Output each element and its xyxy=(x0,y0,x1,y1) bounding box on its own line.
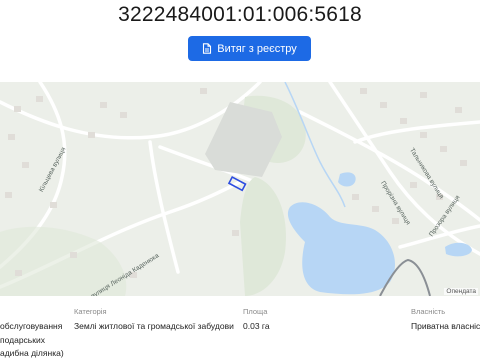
purpose-line: адибна ділянка) xyxy=(0,348,64,358)
cadastral-number: 3222484001:01:006:5618 xyxy=(118,3,362,26)
purpose-value: обслуговування подарських адибна ділянка… xyxy=(0,320,64,361)
parcel-details: обслуговування подарських адибна ділянка… xyxy=(0,296,480,360)
purpose-line: обслуговування xyxy=(0,321,63,331)
registry-extract-label: Витяг з реєстру xyxy=(217,42,297,55)
ownership-value: Приватна власніс xyxy=(411,321,480,331)
map-canvas[interactable] xyxy=(0,82,480,296)
registry-extract-button[interactable]: Витяг з реєстру xyxy=(188,36,311,61)
map-attribution[interactable]: Опендата xyxy=(444,288,478,295)
purpose-line: подарських xyxy=(0,334,45,345)
parcel-header: 3222484001:01:006:5618 Витяг з реєстру xyxy=(0,0,480,82)
category-label: Категорія xyxy=(74,307,107,316)
ownership-label: Власність xyxy=(411,307,446,316)
document-icon xyxy=(202,43,212,54)
cadastral-map[interactable]: Кільцева вулиця вулиця Леоніда Каденюка … xyxy=(0,82,480,296)
category-value: Землі житлової та громадської забудови xyxy=(74,321,234,331)
area-label: Площа xyxy=(243,307,268,316)
area-value: 0.03 га xyxy=(243,321,270,331)
